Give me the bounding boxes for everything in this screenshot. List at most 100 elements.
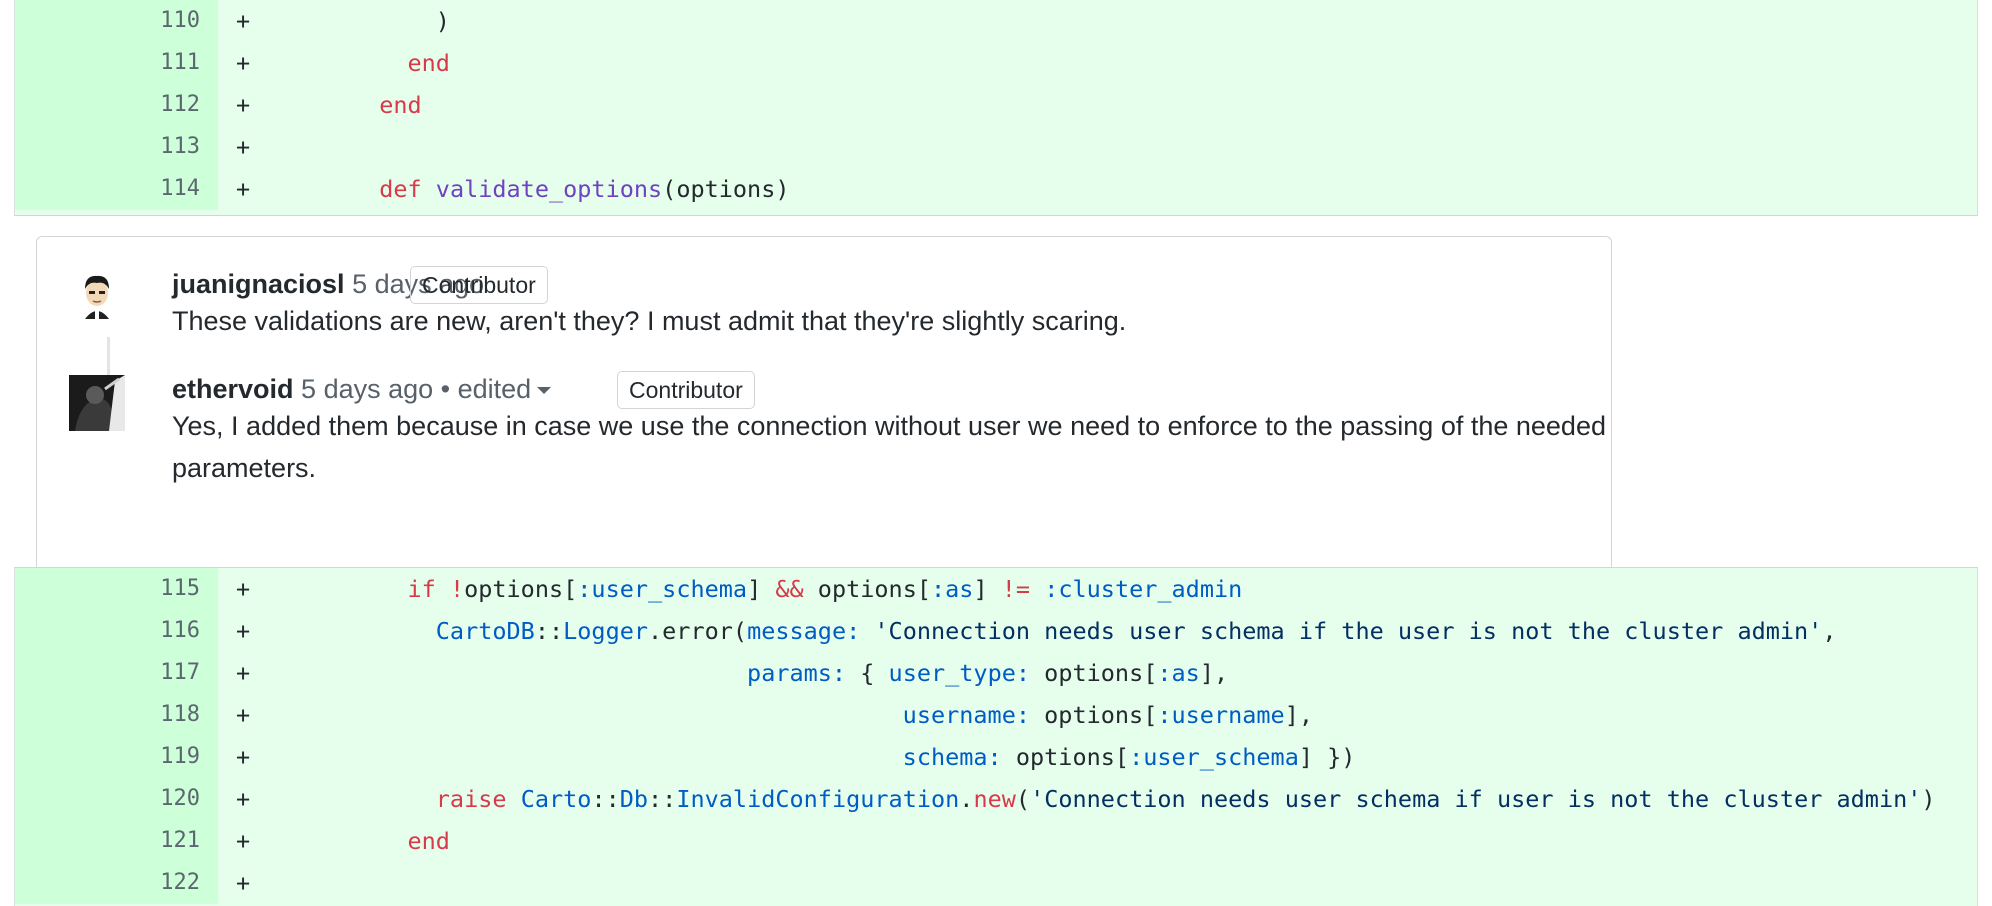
diff-line: 115 + if !options[:user_schema] && option…	[15, 568, 1977, 610]
addition-marker: +	[236, 743, 251, 771]
code-token: username:	[902, 701, 1031, 729]
code-token: InvalidConfiguration	[676, 785, 960, 813]
diff-line: 116 + CartoDB::Logger.error(message: 'Con…	[15, 610, 1977, 652]
author-name[interactable]: juanignaciosl	[172, 269, 345, 299]
addition-marker: +	[236, 575, 251, 603]
code-token: )	[1921, 785, 1936, 813]
chevron-down-icon	[537, 387, 552, 395]
diff-hunk-bottom: 115 + if !options[:user_schema] && option…	[14, 567, 1978, 906]
diff-hunk-top: 110 + ) 111 + end 112 + end 113 +114 + def valid…	[14, 0, 1978, 216]
code-token: (options)	[662, 175, 790, 203]
avatar-ethervoid[interactable]	[69, 375, 125, 431]
code-line: + params: { user_type: options[:as],	[218, 652, 1977, 694]
code-token: ::	[648, 785, 677, 813]
diff-line: 119 + schema: options[:user_schema] })	[15, 736, 1977, 778]
code-line: + schema: options[:user_schema] })	[218, 736, 1977, 778]
code-token: message:	[747, 617, 861, 645]
review-comment-thread: juanignaciosl 5 days ago Contributor The…	[14, 216, 1976, 577]
code-token: ]	[973, 575, 1002, 603]
addition-marker: +	[236, 869, 251, 897]
code-token: ] })	[1298, 743, 1356, 771]
code-token: :as	[1157, 659, 1200, 687]
code-token: Carto	[520, 785, 592, 813]
diff-line: 114 + def validate_options(options)	[15, 168, 1977, 210]
diff-line: 118 + username: options[:username],	[15, 694, 1977, 736]
code-token: ::	[591, 785, 620, 813]
code-token: options[	[464, 575, 578, 603]
code-token: end	[379, 91, 422, 119]
code-token: :user_schema	[577, 575, 748, 603]
code-token: raise	[435, 785, 507, 813]
addition-marker: +	[236, 785, 251, 813]
code-token: options[	[1001, 743, 1130, 771]
addition-marker: +	[236, 49, 251, 77]
code-token: ],	[1284, 701, 1313, 729]
code-token: schema:	[902, 743, 1002, 771]
comment-body: These validations are new, aren't they? …	[172, 306, 1127, 336]
code-token: Logger	[563, 617, 649, 645]
code-token: user_type:	[888, 659, 1031, 687]
line-number[interactable]: 118	[15, 694, 218, 736]
line-number[interactable]: 121	[15, 820, 218, 862]
code-line: + if !options[:user_schema] && options[:…	[218, 568, 1977, 610]
line-number[interactable]: 114	[15, 168, 218, 210]
code-token: ],	[1199, 659, 1229, 687]
code-token: )	[266, 7, 450, 35]
code-line: + end	[218, 820, 1977, 862]
line-number[interactable]: 115	[15, 568, 218, 610]
code-line: +	[218, 862, 1977, 904]
code-line: + end	[218, 42, 1977, 84]
line-number[interactable]: 112	[15, 84, 218, 126]
diff-line: 117 + params: { user_type: options[:as],	[15, 652, 1977, 694]
author-name[interactable]: ethervoid	[172, 374, 294, 404]
line-number[interactable]: 116	[15, 610, 218, 652]
line-number[interactable]: 122	[15, 862, 218, 904]
line-number[interactable]: 113	[15, 126, 218, 168]
line-number[interactable]: 119	[15, 736, 218, 778]
code-token: CartoDB	[435, 617, 535, 645]
code-token: {	[846, 659, 889, 687]
addition-marker: +	[236, 91, 251, 119]
code-token: new	[973, 785, 1016, 813]
code-token: ,	[1822, 617, 1837, 645]
diff-line: 122 +	[15, 862, 1977, 904]
code-token: options[	[803, 575, 931, 603]
diff-line: 111 + end	[15, 42, 1977, 84]
code-token: !=	[1001, 575, 1031, 603]
addition-marker: +	[236, 133, 251, 161]
avatar-photo-icon	[69, 375, 125, 431]
code-line: +	[218, 126, 1977, 168]
line-number[interactable]: 110	[15, 0, 218, 42]
code-token: (	[1015, 785, 1031, 813]
edited-dropdown[interactable]: • edited	[441, 374, 552, 404]
code-token: :username	[1157, 701, 1285, 729]
avatar-juanignaciosl[interactable]	[69, 269, 125, 325]
code-token: 'Connection needs user schema if the use…	[874, 617, 1823, 645]
diff-line: 121 + end	[15, 820, 1977, 862]
comment-box: juanignaciosl 5 days ago Contributor The…	[36, 236, 1612, 577]
avatar-cartoon-man-icon	[69, 269, 125, 325]
code-token: 'Connection needs user schema if user is…	[1030, 785, 1922, 813]
addition-marker: +	[236, 827, 251, 855]
comment-timestamp[interactable]: 5 days ago	[301, 374, 433, 404]
code-line: + raise Carto::Db::InvalidConfiguration.…	[218, 778, 1977, 820]
line-number[interactable]: 111	[15, 42, 218, 84]
code-line: + username: options[:username],	[218, 694, 1977, 736]
code-token: options[	[1030, 659, 1158, 687]
line-number[interactable]: 120	[15, 778, 218, 820]
code-token: :user_schema	[1129, 743, 1299, 771]
line-number[interactable]: 117	[15, 652, 218, 694]
edited-label: • edited	[440, 374, 532, 404]
addition-marker: +	[236, 617, 251, 645]
code-token: if	[407, 575, 436, 603]
code-token: ::	[534, 617, 564, 645]
diff-line: 113 +	[15, 126, 1977, 168]
